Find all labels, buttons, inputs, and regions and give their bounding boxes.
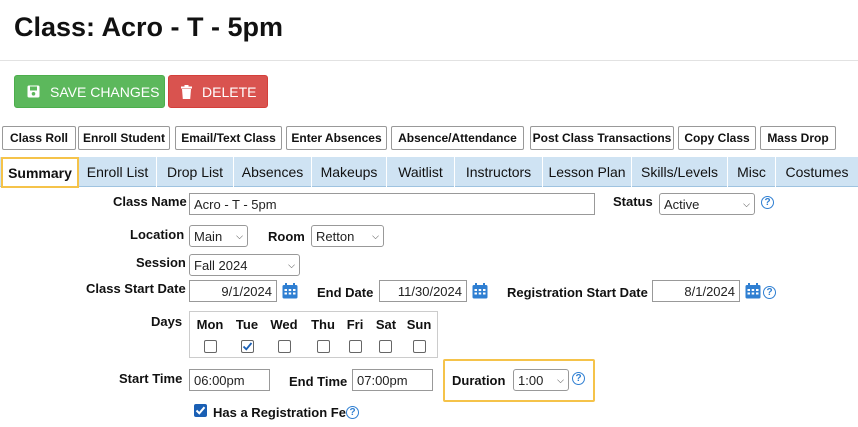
class-name-label: Class Name — [113, 194, 187, 209]
start-time-label: Start Time — [119, 371, 183, 386]
session-select[interactable]: Fall 2024 ⌵ — [189, 254, 300, 276]
calendar-icon[interactable] — [472, 283, 488, 299]
room-value: Retton — [316, 228, 355, 244]
tab-misc[interactable]: Misc — [728, 157, 776, 187]
page-title: Class: Acro - T - 5pm — [14, 12, 284, 42]
room-label: Room — [268, 229, 305, 244]
tab-drop-list[interactable]: Drop List — [157, 157, 234, 187]
absence-attendance-button[interactable]: Absence/Attendance — [391, 126, 524, 150]
day-mon-checkbox[interactable] — [204, 340, 217, 353]
session-label: Session — [136, 255, 186, 270]
tab-instructors[interactable]: Instructors — [455, 157, 543, 187]
tab-enroll-list[interactable]: Enroll List — [79, 157, 157, 187]
save-changes-button[interactable]: SAVE CHANGES — [14, 75, 165, 108]
chevron-down-icon: ⌵ — [743, 198, 750, 209]
location-value: Main — [194, 228, 223, 244]
email-text-class-button[interactable]: Email/Text Class — [175, 126, 282, 150]
delete-button[interactable]: DELETE — [168, 75, 268, 108]
chevron-down-icon: ⌵ — [236, 230, 243, 241]
tab-makeups[interactable]: Makeups — [312, 157, 387, 187]
post-class-transactions-button[interactable]: Post Class Transactions — [530, 126, 674, 150]
location-select[interactable]: Main ⌵ — [189, 225, 248, 247]
end-date-label: End Date — [317, 285, 374, 300]
registration-date-help-icon[interactable]: ? — [763, 286, 776, 299]
end-time-label: End Time — [289, 374, 348, 389]
mass-drop-button[interactable]: Mass Drop — [760, 126, 836, 150]
registration-start-date-input[interactable]: 8/1/2024 — [652, 280, 740, 302]
start-time-input[interactable]: 06:00pm — [189, 369, 270, 391]
header-divider — [0, 60, 858, 61]
tab-waitlist[interactable]: Waitlist — [387, 157, 455, 187]
chevron-down-icon: ⌵ — [288, 259, 295, 270]
location-label: Location — [130, 227, 185, 242]
calendar-icon[interactable] — [745, 283, 761, 299]
day-fri-checkbox[interactable] — [349, 340, 362, 353]
check-icon — [242, 342, 253, 351]
duration-value: 1:00 — [518, 372, 544, 388]
copy-class-button[interactable]: Copy Class — [678, 126, 756, 150]
day-thu-label: Thu — [311, 317, 335, 332]
duration-label: Duration — [452, 373, 506, 388]
save-icon — [27, 85, 40, 98]
enroll-student-button[interactable]: Enroll Student — [78, 126, 170, 150]
registration-fee-checkbox[interactable] — [194, 404, 207, 417]
day-sun-checkbox[interactable] — [413, 340, 426, 353]
class-start-date-input[interactable]: 9/1/2024 — [189, 280, 277, 302]
trash-icon — [181, 84, 192, 99]
day-sat-label: Sat — [375, 317, 397, 332]
check-icon — [195, 406, 206, 415]
tab-summary[interactable]: Summary — [1, 157, 79, 188]
registration-fee-label: Has a Registration Fee — [213, 405, 354, 420]
registration-start-date-label: Registration Start Date — [507, 285, 648, 300]
day-mon-label: Mon — [196, 317, 224, 332]
chevron-down-icon: ⌵ — [372, 230, 379, 241]
status-value: Active — [664, 196, 700, 212]
tab-absences[interactable]: Absences — [234, 157, 312, 187]
end-date-input[interactable]: 11/30/2024 — [379, 280, 467, 302]
class-name-input[interactable]: Acro - T - 5pm — [189, 193, 595, 215]
chevron-down-icon: ⌵ — [557, 374, 564, 385]
session-value: Fall 2024 — [194, 257, 248, 273]
duration-select[interactable]: 1:00 ⌵ — [513, 369, 569, 391]
save-changes-label: SAVE CHANGES — [50, 83, 160, 100]
day-tue-checkbox[interactable] — [241, 340, 254, 353]
enter-absences-button[interactable]: Enter Absences — [286, 126, 387, 150]
status-help-icon[interactable]: ? — [761, 196, 774, 209]
tab-skills-levels[interactable]: Skills/Levels — [632, 157, 728, 187]
days-label: Days — [151, 314, 183, 329]
tab-lesson-plan[interactable]: Lesson Plan — [543, 157, 632, 187]
room-select[interactable]: Retton ⌵ — [311, 225, 384, 247]
day-wed-checkbox[interactable] — [278, 340, 291, 353]
status-label: Status — [613, 194, 653, 209]
class-roll-button[interactable]: Class Roll — [2, 126, 76, 150]
duration-help-icon[interactable]: ? — [572, 372, 585, 385]
status-select[interactable]: Active ⌵ — [659, 193, 755, 215]
day-sun-label: Sun — [406, 317, 432, 332]
day-wed-label: Wed — [270, 317, 298, 332]
calendar-icon[interactable] — [282, 283, 298, 299]
day-tue-label: Tue — [235, 317, 259, 332]
end-time-input[interactable]: 07:00pm — [352, 369, 433, 391]
registration-fee-help-icon[interactable]: ? — [346, 406, 359, 419]
day-fri-label: Fri — [346, 317, 364, 332]
class-start-date-label: Class Start Date — [86, 281, 186, 296]
day-sat-checkbox[interactable] — [379, 340, 392, 353]
day-thu-checkbox[interactable] — [317, 340, 330, 353]
tab-costumes[interactable]: Costumes — [776, 157, 858, 187]
delete-label: DELETE — [202, 83, 257, 100]
